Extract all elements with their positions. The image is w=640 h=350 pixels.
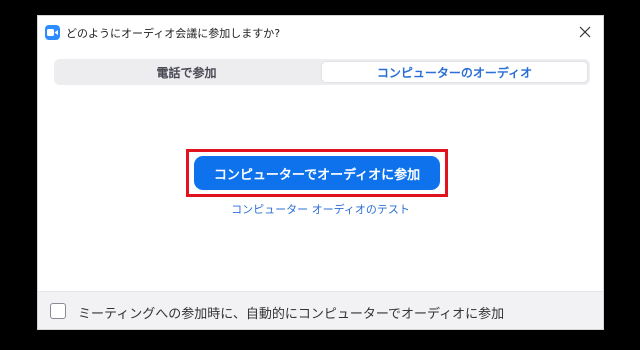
tab-computer-audio[interactable]: コンピューターのオーディオ — [321, 61, 588, 83]
close-icon — [579, 26, 591, 38]
audio-join-dialog: どのようにオーディオ会議に参加しますか? 電話で参加 コンピューターのオーディオ… — [37, 15, 604, 330]
tab-phone[interactable]: 電話で参加 — [54, 59, 319, 85]
zoom-camera-icon — [45, 25, 60, 40]
audio-tabs: 電話で参加 コンピューターのオーディオ — [54, 59, 590, 85]
footer-bar: ミーティングへの参加時に、自動的にコンピューターでオーディオに参加 — [38, 291, 603, 329]
dialog-title: どのようにオーディオ会議に参加しますか? — [66, 27, 281, 40]
auto-join-audio-checkbox[interactable] — [50, 303, 66, 319]
auto-join-audio-label[interactable]: ミーティングへの参加時に、自動的にコンピューターでオーディオに参加 — [78, 303, 504, 322]
join-computer-audio-button[interactable]: コンピューターでオーディオに参加 — [194, 156, 440, 190]
test-computer-audio-link[interactable]: コンピューター オーディオのテスト — [38, 201, 603, 217]
screen-background: どのようにオーディオ会議に参加しますか? 電話で参加 コンピューターのオーディオ… — [0, 0, 640, 350]
title-bar: どのようにオーディオ会議に参加しますか? — [38, 16, 603, 48]
close-button[interactable] — [575, 22, 595, 42]
